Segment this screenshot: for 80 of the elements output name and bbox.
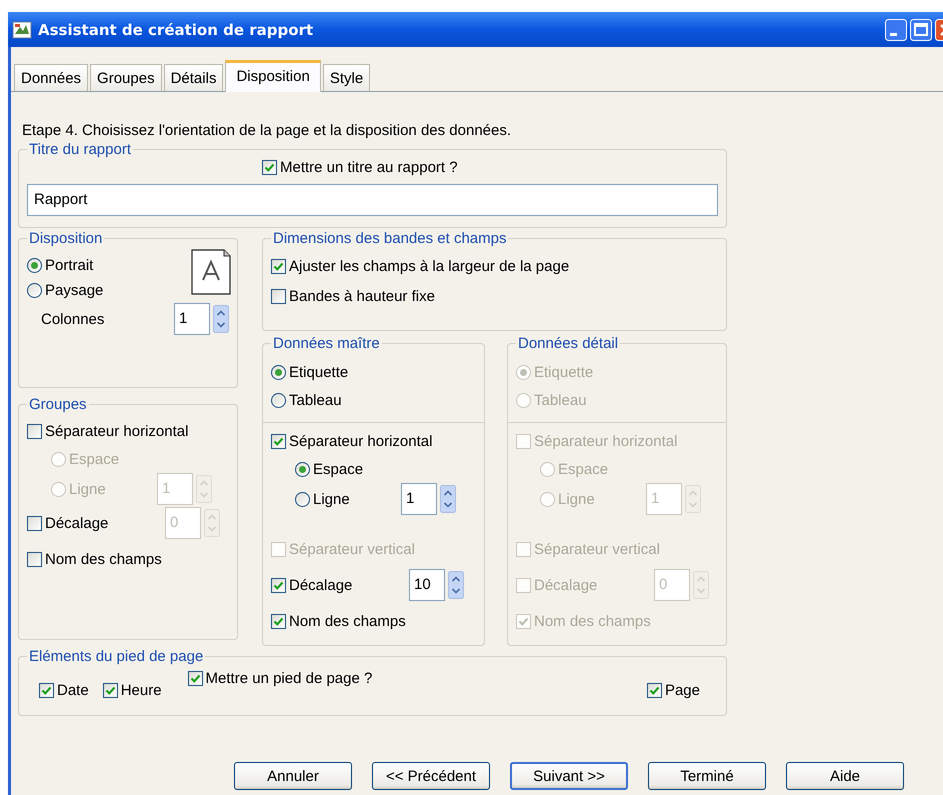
window-title: Assistant de création de rapport [38,20,314,38]
checkbox-label: Séparateur horizontal [289,432,432,450]
checkbox[interactable] [271,614,286,628]
checkbox[interactable] [27,552,42,566]
checkbox-label: Décalage [534,576,598,594]
group-title: Dimensions des bandes et champs [272,230,508,247]
tab[interactable]: Style [322,64,370,91]
checkbox[interactable] [188,670,203,686]
checkbox[interactable] [39,682,54,698]
radio-label: Tableau [534,392,587,408]
tab[interactable]: Données [14,64,88,91]
checkbox-label: Nom des champs [289,612,406,630]
radio-label: Ligne [69,480,106,498]
checkbox-label: Décalage [45,514,108,532]
text-field[interactable]: Rapport [27,184,718,216]
radio-label: Paysage [45,282,104,298]
radio-label: Etiquette [289,364,348,380]
checkbox-label: Décalage [289,576,352,594]
group-title: Groupes [28,396,88,413]
radio-button[interactable] [295,492,310,506]
checkbox-label: Séparateur vertical [289,540,415,558]
checkbox[interactable] [271,578,286,592]
page-icon [191,249,231,295]
checkbox[interactable] [271,434,286,448]
radio-button[interactable] [295,462,310,476]
checkbox-label: Mettre un titre au rapport ? [280,158,458,176]
checkbox-label: Séparateur horizontal [534,432,678,450]
checkbox-label: Page [664,682,700,698]
checkbox-label: Nom des champs [45,550,162,568]
button[interactable]: << Précédent [372,762,490,790]
radio-label: Etiquette [534,364,594,380]
checkbox-label: Date [57,682,89,698]
radio-label: Espace [558,460,608,478]
radio-button[interactable] [271,392,286,408]
minimize-icon[interactable] [885,18,907,40]
checkbox-label: Heure [120,682,162,698]
number-field[interactable]: 1 [174,303,210,335]
radio-label: Ligne [313,490,350,508]
maximize-icon[interactable] [910,18,932,40]
checkbox[interactable] [271,288,286,304]
button[interactable]: Suivant >> [510,762,628,790]
spin-buttons[interactable] [448,571,464,599]
radio-label: Espace [313,460,364,478]
checkbox-label: Bandes à hauteur fixe [289,288,435,304]
checkbox-label: Séparateur vertical [534,540,660,558]
tab[interactable]: Disposition [225,60,321,92]
group-title: Données détail [517,335,620,352]
checkbox[interactable] [27,516,42,530]
button[interactable]: Aide [786,762,904,790]
radio-label: Ligne [558,490,595,508]
tab[interactable]: Détails [164,64,224,91]
button[interactable]: Terminé [648,762,766,790]
checkbox-label: Mettre un pied de page ? [206,670,372,686]
instruction-text: Etape 4. Choisissez l'orientation de la page et la disposition des données. [21,121,512,141]
radio-button[interactable] [27,282,42,298]
tab[interactable]: Groupes [90,64,162,91]
checkbox-label: Nom des champs [534,612,651,630]
spin-buttons[interactable] [440,485,456,513]
radio-label: Portrait [45,256,94,274]
radio-label: Espace [69,450,120,468]
group-title: Eléments du pied de page [28,648,204,665]
checkbox[interactable] [646,682,662,698]
group-title: Données maître [272,335,381,352]
radio-button[interactable] [27,258,42,272]
spin-buttons[interactable] [213,305,229,333]
checkbox[interactable] [271,258,286,274]
radio-label: Tableau [289,392,342,408]
radio-button[interactable] [271,364,286,380]
number-field[interactable]: 10 [409,569,445,601]
checkbox[interactable] [102,682,118,698]
checkbox[interactable] [27,424,42,438]
checkbox-label: Ajuster les champs à la largeur de la page [289,258,570,274]
group-title: Disposition [28,230,104,247]
checkbox-label: Séparateur horizontal [45,422,188,440]
field-label: Colonnes [41,310,104,328]
number-field[interactable]: 1 [401,483,437,515]
group-title: Titre du rapport [28,141,132,158]
button[interactable]: Annuler [234,762,352,790]
app-icon [12,20,32,38]
checkbox[interactable] [262,160,277,174]
